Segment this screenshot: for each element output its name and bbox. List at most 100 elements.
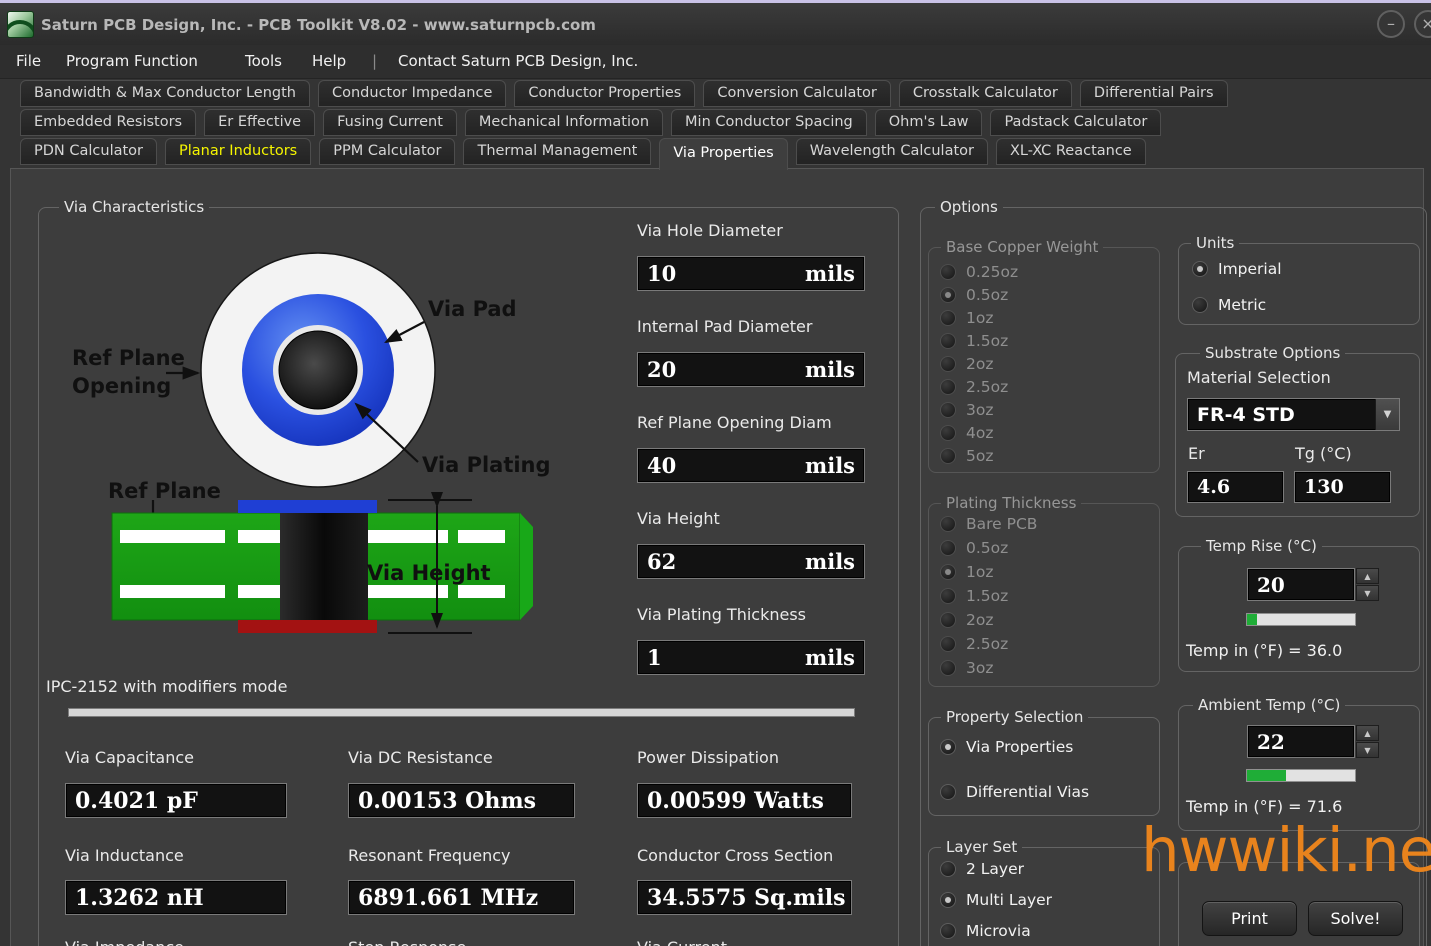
er-input[interactable]: 4.6 xyxy=(1187,471,1284,503)
minimize-button[interactable]: – xyxy=(1377,10,1405,38)
menu-contact[interactable]: Contact Saturn PCB Design, Inc. xyxy=(398,52,638,70)
radio-label: 0.25oz xyxy=(966,263,1018,281)
material-selection-dropdown[interactable]: FR-4 STD ▼ xyxy=(1187,398,1400,431)
spin-up-icon[interactable]: ▲ xyxy=(1356,568,1379,584)
tab-ohms-law[interactable]: Ohm's Law xyxy=(875,109,983,136)
spin-up-icon[interactable]: ▲ xyxy=(1356,725,1379,741)
via-dc-resistance-label: Via DC Resistance xyxy=(348,748,493,767)
internal-pad-diameter-input[interactable]: 20 mils xyxy=(637,352,865,387)
radio-pt-bare-pcb: Bare PCB xyxy=(940,515,1037,533)
tg-value: 130 xyxy=(1304,476,1344,498)
radio-metric[interactable]: Metric xyxy=(1192,296,1266,314)
field-value: 62 xyxy=(647,549,676,574)
radio-label: 1oz xyxy=(966,309,993,327)
radio-circle[interactable] xyxy=(940,861,956,877)
ambient-temp-spinner: ▲ ▼ xyxy=(1356,725,1379,758)
tab-bandwidth-max-conductor-length[interactable]: Bandwidth & Max Conductor Length xyxy=(20,80,310,107)
radio-circle[interactable] xyxy=(940,923,956,939)
tab-differential-pairs[interactable]: Differential Pairs xyxy=(1080,80,1228,107)
conductor-cross-section-label: Conductor Cross Section xyxy=(637,846,833,865)
radio-circle[interactable] xyxy=(940,784,956,800)
radio-label: Via Properties xyxy=(966,738,1073,756)
tab-crosstalk-calculator[interactable]: Crosstalk Calculator xyxy=(899,80,1072,107)
radio-multi-layer[interactable]: Multi Layer xyxy=(940,891,1052,909)
tab-planar-inductors[interactable]: Planar Inductors xyxy=(165,138,311,165)
radio-circle xyxy=(940,264,956,280)
field-unit: mils xyxy=(805,357,855,382)
menu-help[interactable]: Help xyxy=(312,52,346,70)
ref-plane-opening-label-1: Ref Plane xyxy=(72,346,185,370)
radio-label: 3oz xyxy=(966,659,993,677)
tab-xl-xc-reactance[interactable]: XL-XC Reactance xyxy=(996,138,1146,165)
window-title: Saturn PCB Design, Inc. - PCB Toolkit V8… xyxy=(41,16,596,34)
field-unit: mils xyxy=(805,261,855,286)
substrate-options-title: Substrate Options xyxy=(1200,344,1345,362)
tab-thermal-management[interactable]: Thermal Management xyxy=(463,138,651,165)
layer-set-title: Layer Set xyxy=(941,838,1022,856)
tab-conductor-impedance[interactable]: Conductor Impedance xyxy=(318,80,506,107)
tab-wavelength-calculator[interactable]: Wavelength Calculator xyxy=(796,138,988,165)
radio-microvia[interactable]: Microvia xyxy=(940,922,1031,940)
radio-imperial[interactable]: Imperial xyxy=(1192,260,1282,278)
via-hole-diameter-input[interactable]: 10 mils xyxy=(637,256,865,291)
property-selection-title: Property Selection xyxy=(941,708,1088,726)
via-height-field-label: Via Height xyxy=(637,509,720,528)
temp-rise-input[interactable]: 20 xyxy=(1247,568,1355,601)
tab-conductor-properties[interactable]: Conductor Properties xyxy=(514,80,695,107)
ipc-mode-slider[interactable] xyxy=(68,708,855,717)
solve-button[interactable]: Solve! xyxy=(1308,901,1403,936)
close-button[interactable]: × xyxy=(1414,10,1431,38)
radio-pt-2oz: 2oz xyxy=(940,611,993,629)
field-unit: mils xyxy=(805,549,855,574)
result-value: 1.3262 nH xyxy=(75,885,204,911)
radio-differential-vias[interactable]: Differential Vias xyxy=(940,783,1089,801)
via-height-input[interactable]: 62 mils xyxy=(637,544,865,579)
tab-mechanical-information[interactable]: Mechanical Information xyxy=(465,109,663,136)
via-hole-circle xyxy=(279,331,357,409)
radio-circle xyxy=(940,333,956,349)
tab-ppm-calculator[interactable]: PPM Calculator xyxy=(319,138,455,165)
spin-down-icon[interactable]: ▼ xyxy=(1356,585,1379,601)
tab-pdn-calculator[interactable]: PDN Calculator xyxy=(20,138,157,165)
radio-label: 0.5oz xyxy=(966,539,1008,557)
result-value: 0.00153 Ohms xyxy=(358,788,536,814)
chevron-down-icon[interactable]: ▼ xyxy=(1375,399,1399,430)
tg-input[interactable]: 130 xyxy=(1294,471,1391,503)
radio-bcw-1.5oz: 1.5oz xyxy=(940,332,1008,350)
print-button[interactable]: Print xyxy=(1202,901,1297,936)
radio-via-properties[interactable]: Via Properties xyxy=(940,738,1073,756)
via-plating-thickness-input[interactable]: 1 mils xyxy=(637,640,865,675)
menu-program-function[interactable]: Program Function xyxy=(66,52,198,70)
ambient-temp-value: 22 xyxy=(1257,730,1285,754)
pcb-board-edge xyxy=(520,513,533,620)
radio-label: 2oz xyxy=(966,355,993,373)
radio-2-layer[interactable]: 2 Layer xyxy=(940,860,1024,878)
menu-file[interactable]: File xyxy=(16,52,41,70)
ref-plane-opening-diam-input[interactable]: 40 mils xyxy=(637,448,865,483)
via-plating-thickness-label: Via Plating Thickness xyxy=(637,605,806,624)
radio-label: 5oz xyxy=(966,447,993,465)
tab-fusing-current[interactable]: Fusing Current xyxy=(323,109,457,136)
tab-padstack-calculator[interactable]: Padstack Calculator xyxy=(990,109,1161,136)
radio-circle[interactable] xyxy=(940,892,956,908)
radio-bcw-3oz: 3oz xyxy=(940,401,993,419)
field-unit: mils xyxy=(805,453,855,478)
temp-rise-progressbar xyxy=(1246,613,1356,626)
radio-circle[interactable] xyxy=(940,739,956,755)
spin-down-icon[interactable]: ▼ xyxy=(1356,742,1379,758)
tab-via-properties[interactable]: Via Properties xyxy=(659,138,787,170)
radio-circle[interactable] xyxy=(1192,297,1208,313)
via-plating-label: Via Plating xyxy=(422,453,551,477)
ambient-temp-input[interactable]: 22 xyxy=(1247,725,1355,758)
property-selection-group: Property Selection xyxy=(928,717,1160,816)
field-unit: mils xyxy=(805,645,855,670)
radio-bcw-2oz: 2oz xyxy=(940,355,993,373)
via-barrel xyxy=(280,513,368,620)
tab-conversion-calculator[interactable]: Conversion Calculator xyxy=(703,80,891,107)
tab-min-conductor-spacing[interactable]: Min Conductor Spacing xyxy=(671,109,867,136)
menu-tools[interactable]: Tools xyxy=(245,52,282,70)
temp-rise-spinner: ▲ ▼ xyxy=(1356,568,1379,601)
tab-embedded-resistors[interactable]: Embedded Resistors xyxy=(20,109,196,136)
radio-circle[interactable] xyxy=(1192,261,1208,277)
tab-er-effective[interactable]: Er Effective xyxy=(204,109,315,136)
